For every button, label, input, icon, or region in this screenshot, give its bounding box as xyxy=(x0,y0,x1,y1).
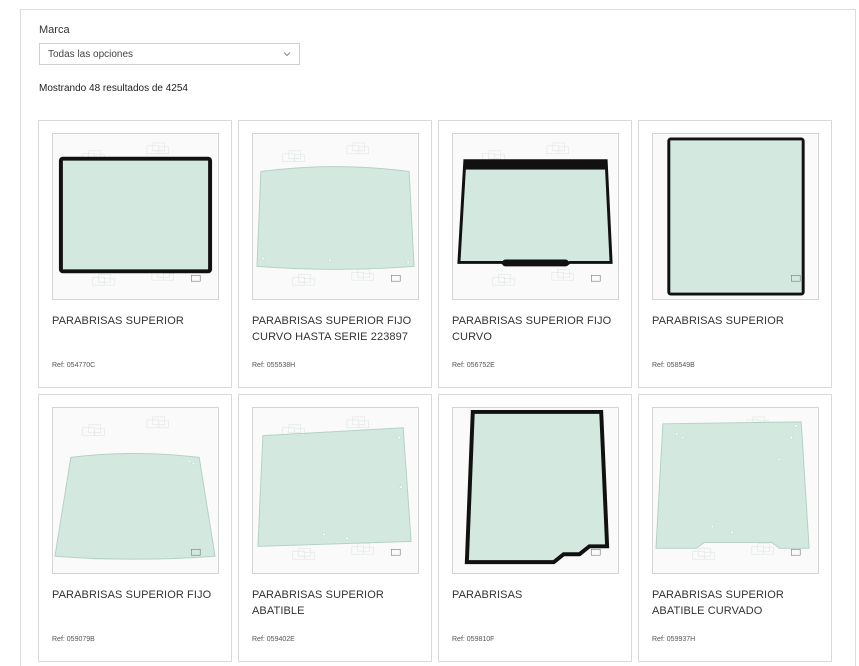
product-card[interactable]: PARABRISAS Ref: 059810F xyxy=(438,394,632,662)
windshield-image xyxy=(667,137,805,296)
product-card[interactable]: PARABRISAS SUPERIOR ABATIBLE Ref: 059402… xyxy=(238,394,432,662)
product-image[interactable] xyxy=(52,407,219,574)
product-title[interactable]: PARABRISAS SUPERIOR ABATIBLE CURVADO xyxy=(652,587,822,619)
product-ref: Ref: 054770C xyxy=(52,362,96,369)
product-image[interactable] xyxy=(252,133,419,300)
product-image[interactable] xyxy=(452,407,619,574)
product-ref: Ref: 059079B xyxy=(52,636,95,643)
product-title[interactable]: PARABRISAS SUPERIOR FIJO CURVO xyxy=(452,313,622,345)
product-ref: Ref: 058549B xyxy=(652,362,695,369)
windshield-image xyxy=(457,142,613,286)
chevron-down-icon xyxy=(283,52,291,57)
product-title[interactable]: PARABRISAS SUPERIOR FIJO CURVO HASTA SER… xyxy=(252,313,422,345)
windshield-image xyxy=(58,142,213,286)
results-count: Mostrando 48 resultados de 4254 xyxy=(39,83,188,94)
product-image[interactable] xyxy=(252,407,419,574)
product-ref: Ref: 056752E xyxy=(452,362,495,369)
product-card[interactable]: PARABRISAS SUPERIOR FIJO Ref: 059079B xyxy=(38,394,232,662)
product-ref: Ref: 059810F xyxy=(452,636,495,643)
product-image[interactable] xyxy=(52,133,219,300)
product-title[interactable]: PARABRISAS SUPERIOR xyxy=(52,313,222,329)
windshield-image xyxy=(464,409,610,565)
product-card[interactable]: PARABRISAS SUPERIOR Ref: 058549B xyxy=(638,120,832,388)
product-title[interactable]: PARABRISAS SUPERIOR FIJO xyxy=(52,587,222,603)
product-card[interactable]: PARABRISAS SUPERIOR ABATIBLE CURVADO Ref… xyxy=(638,394,832,662)
windshield-image xyxy=(54,416,216,560)
product-title[interactable]: PARABRISAS SUPERIOR xyxy=(652,313,822,329)
brand-filter-select[interactable]: Todas las opciones xyxy=(39,43,300,65)
product-ref: Ref: 059402E xyxy=(252,636,295,643)
product-ref: Ref: 055538H xyxy=(252,362,296,369)
product-card[interactable]: PARABRISAS SUPERIOR FIJO CURVO HASTA SER… xyxy=(238,120,432,388)
product-card[interactable]: PARABRISAS SUPERIOR FIJO CURVO Ref: 0567… xyxy=(438,120,632,388)
windshield-image xyxy=(257,416,412,560)
brand-filter-label: Marca xyxy=(39,24,70,36)
product-title[interactable]: PARABRISAS xyxy=(452,587,622,603)
product-image[interactable] xyxy=(652,407,819,574)
windshield-image xyxy=(655,416,810,560)
product-ref: Ref: 059937H xyxy=(652,636,696,643)
windshield-image xyxy=(256,142,415,286)
product-title[interactable]: PARABRISAS SUPERIOR ABATIBLE xyxy=(252,587,422,619)
product-image[interactable] xyxy=(452,133,619,300)
product-card[interactable]: PARABRISAS SUPERIOR Ref: 054770C xyxy=(38,120,232,388)
product-image[interactable] xyxy=(652,133,819,300)
brand-filter-value: Todas las opciones xyxy=(48,49,134,60)
